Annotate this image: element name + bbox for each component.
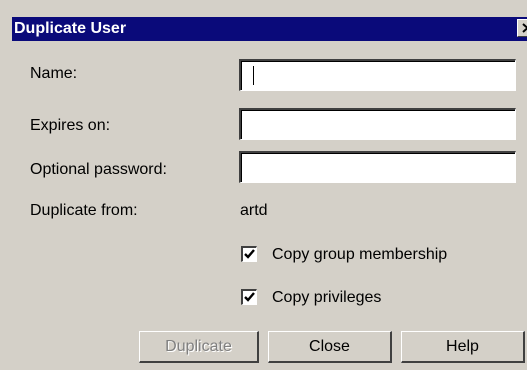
password-label: Optional password:: [30, 161, 167, 178]
duplicate-from-value: artd: [240, 202, 268, 219]
name-field[interactable]: [239, 59, 516, 91]
duplicate-user-dialog: Duplicate User Name: Expires on: Optiona…: [0, 0, 527, 370]
name-label: Name:: [30, 65, 78, 82]
copy-privileges-checkbox[interactable]: [241, 289, 257, 305]
dialog-title: Duplicate User: [14, 20, 127, 37]
expires-label: Expires on:: [30, 117, 111, 134]
expires-field[interactable]: [239, 108, 516, 140]
help-button[interactable]: Help: [401, 331, 525, 363]
duplicate-from-label: Duplicate from:: [30, 202, 138, 219]
password-field[interactable]: [239, 151, 516, 183]
duplicate-button-label: Duplicate: [165, 338, 232, 355]
duplicate-button[interactable]: Duplicate: [139, 331, 259, 363]
password-input[interactable]: [241, 153, 515, 182]
checkmark-icon: [244, 249, 255, 259]
close-button-label: Close: [309, 338, 350, 355]
close-button[interactable]: Close: [268, 331, 392, 363]
name-input[interactable]: [241, 61, 515, 90]
close-window-button[interactable]: [517, 19, 527, 37]
expires-input[interactable]: [241, 110, 515, 139]
checkmark-icon: [244, 292, 255, 302]
title-bar[interactable]: Duplicate User: [12, 17, 527, 41]
help-button-label: Help: [446, 338, 479, 355]
copy-group-label[interactable]: Copy group membership: [272, 246, 447, 264]
text-caret: [253, 66, 254, 85]
copy-privileges-label[interactable]: Copy privileges: [272, 289, 381, 307]
copy-group-checkbox[interactable]: [241, 246, 257, 262]
close-icon: [522, 23, 527, 33]
